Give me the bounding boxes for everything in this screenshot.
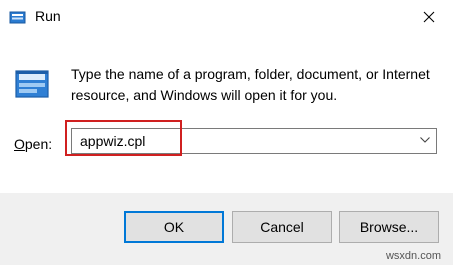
close-button[interactable] xyxy=(407,0,453,35)
ok-button[interactable]: OK xyxy=(124,211,224,243)
open-label: Open: xyxy=(14,136,52,152)
dropdown-button[interactable] xyxy=(414,129,436,153)
close-icon xyxy=(423,11,435,23)
run-icon xyxy=(9,11,26,24)
open-label-accelerator: O xyxy=(14,136,25,152)
dialog-description: Type the name of a program, folder, docu… xyxy=(71,66,430,103)
cancel-button[interactable]: Cancel xyxy=(232,211,332,243)
browse-button[interactable]: Browse... xyxy=(339,211,439,243)
run-program-icon xyxy=(15,70,49,98)
open-label-text: pen: xyxy=(24,136,53,152)
watermark: wsxdn.com xyxy=(385,250,441,262)
chevron-down-icon xyxy=(420,137,430,143)
window-title: Run xyxy=(35,8,61,24)
title-bar: Run xyxy=(0,0,453,35)
run-dialog: Run Type the name of a program, folder, … xyxy=(0,0,453,265)
dialog-body: Type the name of a program, folder, docu… xyxy=(0,35,453,193)
open-input[interactable]: appwiz.cpl xyxy=(80,133,145,149)
open-combobox[interactable]: appwiz.cpl xyxy=(71,128,437,154)
